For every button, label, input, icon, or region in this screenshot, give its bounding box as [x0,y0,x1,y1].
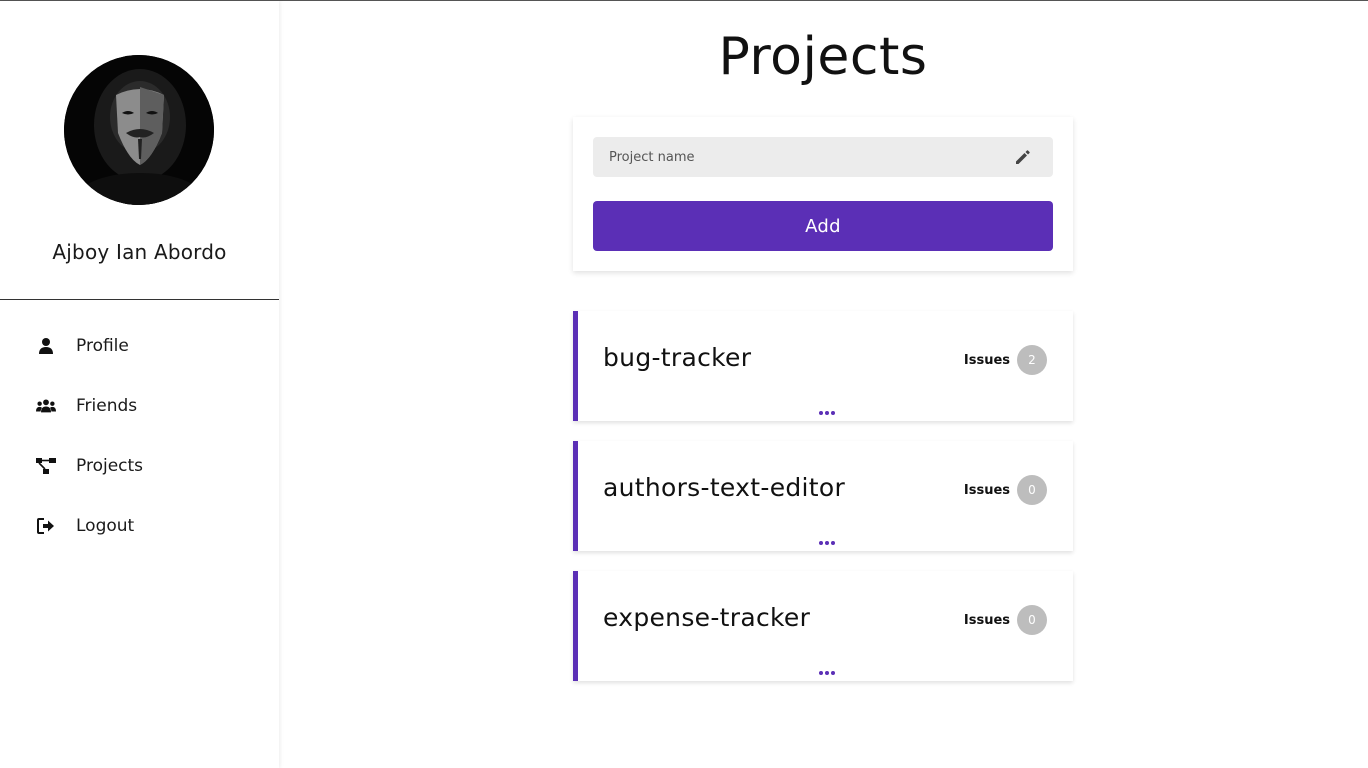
project-name-field [593,137,1053,177]
user-icon [36,336,56,356]
sidebar-divider [0,299,279,300]
project-card-bug-tracker[interactable]: bug-tracker Issues 2 [573,311,1073,421]
issues-label: Issues [963,613,1010,628]
sidebar-nav: Profile Friends Projects Logout [0,316,279,556]
sidebar-item-profile[interactable]: Profile [0,316,279,376]
project-card-authors-text-editor[interactable]: authors-text-editor Issues 0 [573,441,1073,551]
add-project-button[interactable]: Add [593,201,1053,251]
sidebar-item-friends[interactable]: Friends [0,376,279,436]
project-name-input[interactable] [593,137,1053,177]
project-name[interactable]: bug-tracker [603,343,751,372]
project-name[interactable]: authors-text-editor [603,473,845,502]
issues-count-badge: 0 [1017,605,1047,635]
issues-count-badge: 0 [1017,475,1047,505]
sidebar-item-projects[interactable]: Projects [0,436,279,496]
avatar [64,55,214,205]
issues-label: Issues [963,353,1010,368]
project-name[interactable]: expense-tracker [603,603,810,632]
more-options-icon[interactable] [819,540,835,546]
sidebar-item-label: Friends [76,396,138,416]
sidebar-item-label: Profile [76,336,129,356]
sidebar-item-label: Projects [76,456,144,476]
page-title: Projects [718,27,928,87]
issues-label: Issues [963,483,1010,498]
sidebar-item-label: Logout [76,516,135,536]
sidebar-item-logout[interactable]: Logout [0,496,279,556]
pencil-icon [1013,147,1033,167]
issues-count-badge: 2 [1017,345,1047,375]
more-options-icon[interactable] [819,670,835,676]
sign-out-icon [36,516,56,536]
project-diagram-icon [36,456,56,476]
users-icon [36,396,56,416]
project-card-expense-tracker[interactable]: expense-tracker Issues 0 [573,571,1073,681]
sidebar: Ajboy Ian Abordo Profile Friends Project… [0,1,279,768]
new-project-card: Add [573,117,1073,271]
more-options-icon[interactable] [819,410,835,416]
user-name: Ajboy Ian Abordo [52,240,227,264]
